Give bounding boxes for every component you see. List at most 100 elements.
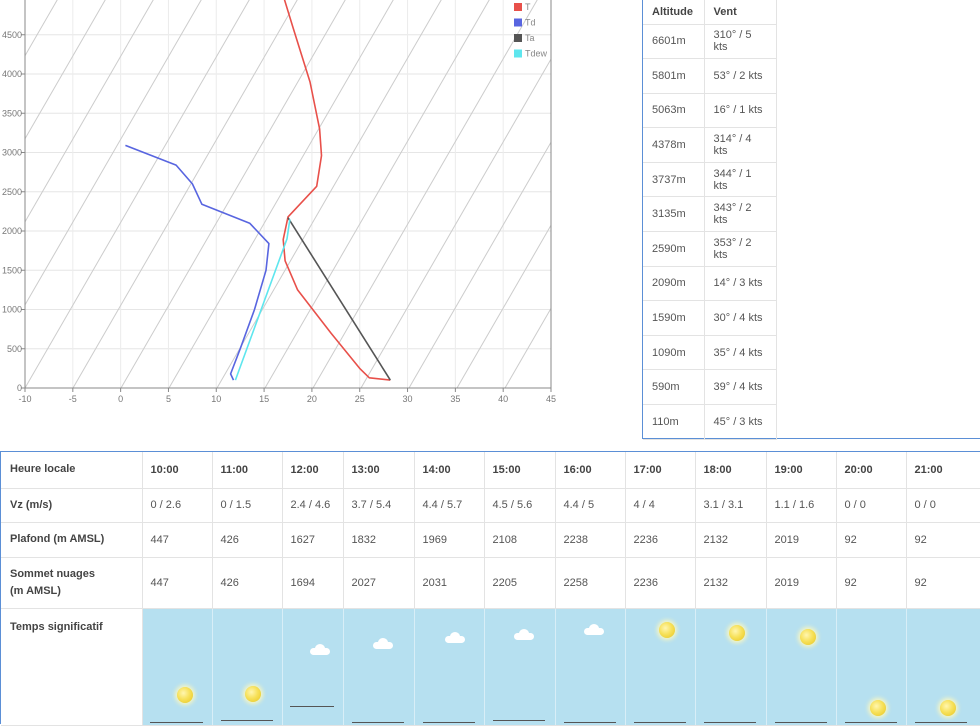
wind-value-cell: 344° / 1 kts — [704, 162, 776, 197]
weather-cell — [766, 608, 836, 725]
wind-row: 3135m343° / 2 kts — [643, 197, 776, 232]
cloud-top-cell: 2236 — [625, 557, 695, 608]
isotherm-line — [361, 0, 600, 388]
hour-cell: 16:00 — [555, 452, 625, 488]
x-tick-label: 40 — [498, 394, 508, 404]
vz-cell: 3.1 / 3.1 — [695, 488, 766, 522]
wind-value-cell: 353° / 2 kts — [704, 232, 776, 267]
hour-cell: 18:00 — [695, 452, 766, 488]
vz-cell: 3.7 / 5.4 — [343, 488, 414, 522]
ceiling-cell: 2238 — [555, 522, 625, 557]
hour-cell: 12:00 — [282, 452, 343, 488]
legend-swatch-td — [514, 19, 522, 27]
wind-altitude-cell: 5801m — [643, 59, 704, 94]
hour-cell: 19:00 — [766, 452, 836, 488]
legend-swatch-ta — [514, 34, 522, 42]
y-tick-label: 3000 — [2, 148, 22, 158]
wind-row: 3737m344° / 1 kts — [643, 162, 776, 197]
wind-row: 110m45° / 3 kts — [643, 405, 776, 440]
hour-label: Heure locale — [1, 452, 142, 488]
hour-cell: 10:00 — [142, 452, 212, 488]
cloud-icon — [373, 639, 393, 649]
vz-cell: 0 / 1.5 — [212, 488, 282, 522]
x-tick-label: -10 — [18, 394, 31, 404]
y-tick-label: 1500 — [2, 265, 22, 275]
weather-cell-inner — [485, 609, 555, 725]
cloud-top-cell: 2019 — [766, 557, 836, 608]
cloud-top-cell: 2258 — [555, 557, 625, 608]
cloud-top-cell: 447 — [142, 557, 212, 608]
y-tick-label: 1000 — [2, 305, 22, 315]
weather-cell-inner — [283, 609, 343, 725]
ground-line — [150, 722, 203, 723]
wind-panel: Altitude Vent 6601m310° / 5 kts5801m53° … — [642, 0, 980, 439]
legend-label-td: Td — [525, 18, 536, 28]
ground-line — [493, 720, 545, 721]
ceiling-cell: 426 — [212, 522, 282, 557]
cloud-top-cell: 2027 — [343, 557, 414, 608]
weather-cell — [695, 608, 766, 725]
cloud-top-cell: 2031 — [414, 557, 484, 608]
wind-value-cell: 14° / 3 kts — [704, 266, 776, 301]
wind-value-cell: 30° / 4 kts — [704, 301, 776, 336]
sun-icon — [940, 700, 956, 716]
weather-cell — [555, 608, 625, 725]
emagram-svg: 050010001500200025003000350040004500-10-… — [0, 0, 600, 420]
weather-cell-inner — [626, 609, 695, 725]
x-tick-label: 10 — [211, 394, 221, 404]
weather-cell — [343, 608, 414, 725]
wind-value-cell: 35° / 4 kts — [704, 335, 776, 370]
weather-cell — [906, 608, 980, 725]
vz-cell: 0 / 0 — [836, 488, 906, 522]
wind-value-cell: 310° / 5 kts — [704, 24, 776, 59]
weather-cell-inner — [143, 609, 212, 725]
cloud-top-cell: 92 — [906, 557, 980, 608]
series-line-tdew — [235, 219, 290, 380]
y-tick-label: 2500 — [2, 187, 22, 197]
y-tick-label: 0 — [17, 383, 22, 393]
cloud-icon — [310, 645, 330, 655]
isotherm-line — [0, 0, 237, 388]
ground-line — [915, 722, 967, 723]
vz-label: Vz (m/s) — [1, 488, 142, 522]
isotherm-line — [553, 0, 600, 388]
wind-value-cell: 314° / 4 kts — [704, 128, 776, 163]
ceiling-cell: 2019 — [766, 522, 836, 557]
hour-cell: 15:00 — [484, 452, 555, 488]
emagram-chart: 050010001500200025003000350040004500-10-… — [0, 0, 600, 420]
ceiling-cell: 1832 — [343, 522, 414, 557]
x-tick-label: -5 — [69, 394, 77, 404]
ceiling-cell: 1627 — [282, 522, 343, 557]
cloud-icon — [584, 625, 604, 635]
wind-altitude-cell: 2590m — [643, 232, 704, 267]
wind-altitude-cell: 6601m — [643, 24, 704, 59]
weather-cell-inner — [556, 609, 625, 725]
wind-row: 5063m16° / 1 kts — [643, 93, 776, 128]
wind-header: Vent — [704, 0, 776, 24]
weather-cell — [282, 608, 343, 725]
x-tick-label: 20 — [307, 394, 317, 404]
wind-altitude-cell: 1090m — [643, 335, 704, 370]
vz-row: Vz (m/s) 0 / 2.60 / 1.52.4 / 4.63.7 / 5.… — [1, 488, 980, 522]
y-tick-label: 500 — [7, 344, 22, 354]
legend-label-ta: Ta — [525, 33, 535, 43]
x-tick-label: 15 — [259, 394, 269, 404]
forecast-table: Heure locale 10:0011:0012:0013:0014:0015… — [1, 452, 980, 726]
ground-line — [845, 722, 897, 723]
ground-line — [352, 722, 404, 723]
wind-table: Altitude Vent 6601m310° / 5 kts5801m53° … — [643, 0, 777, 440]
weather-cell-inner — [696, 609, 766, 725]
weather-cell — [836, 608, 906, 725]
sun-icon — [729, 625, 745, 641]
ground-line — [775, 722, 827, 723]
wind-altitude-cell: 590m — [643, 370, 704, 405]
ceiling-cell: 2132 — [695, 522, 766, 557]
wind-row: 1590m30° / 4 kts — [643, 301, 776, 336]
cloud-top-row: Sommet nuages (m AMSL) 44742616942027203… — [1, 557, 980, 608]
sun-icon — [245, 686, 261, 702]
vz-cell: 4.4 / 5 — [555, 488, 625, 522]
hour-cell: 13:00 — [343, 452, 414, 488]
y-tick-label: 2000 — [2, 226, 22, 236]
hour-cell: 11:00 — [212, 452, 282, 488]
legend-label-tdew: Tdew — [525, 49, 548, 59]
